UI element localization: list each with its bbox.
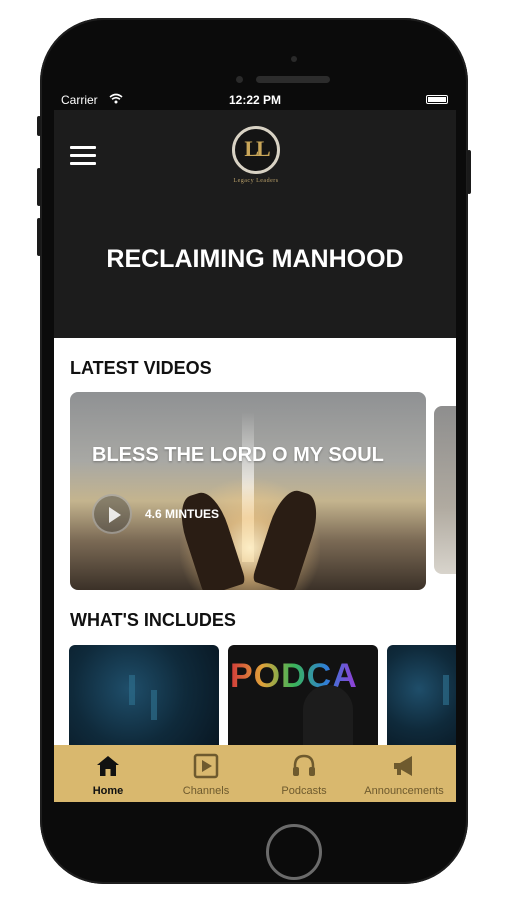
- volume-down-button: [37, 218, 41, 256]
- sensor-dot: [236, 76, 243, 83]
- status-bar: Carrier 12:22 PM: [54, 90, 456, 110]
- latest-videos-heading: LATEST VIDEOS: [70, 358, 212, 378]
- home-hardware-button[interactable]: [266, 824, 322, 880]
- app-header: LL Legacy Leaders RECLAIMING MANHOOD: [54, 110, 456, 338]
- tab-announcements-label: Announcements: [364, 785, 444, 797]
- brand-logo: LL Legacy Leaders: [224, 126, 288, 192]
- clock: 12:22 PM: [228, 93, 282, 107]
- studio-light-decor: [129, 675, 135, 705]
- video-card-next[interactable]: [434, 406, 456, 574]
- tab-home-label: Home: [92, 785, 124, 797]
- video-duration: 4.6 MINTUES: [145, 507, 220, 521]
- include-thumbnail[interactable]: [387, 645, 456, 755]
- tab-bar: Home Channels Podcasts Announcements: [54, 745, 456, 802]
- include-thumbnail[interactable]: [69, 645, 219, 755]
- front-camera: [291, 56, 297, 62]
- logo-letters: LL: [244, 136, 270, 161]
- tab-announcements[interactable]: Announcements: [354, 745, 454, 802]
- include-thumbnail-podcast[interactable]: PODCA: [228, 645, 378, 755]
- logo-wordmark: Legacy Leaders: [233, 178, 279, 184]
- menu-icon[interactable]: [70, 144, 96, 168]
- tab-home[interactable]: Home: [68, 745, 148, 802]
- page-title: RECLAIMING MANHOOD: [106, 245, 404, 273]
- tab-channels-label: Channels: [182, 785, 230, 797]
- volume-up-button: [37, 168, 41, 206]
- tab-podcasts[interactable]: Podcasts: [264, 745, 344, 802]
- tab-channels[interactable]: Channels: [166, 745, 246, 802]
- includes-heading: WHAT'S INCLUDES: [70, 610, 236, 630]
- power-button: [467, 150, 471, 194]
- studio-light-decor: [443, 675, 449, 705]
- mute-switch: [37, 116, 41, 136]
- megaphone-icon: [394, 756, 412, 776]
- earpiece-speaker: [256, 76, 330, 83]
- home-icon: [97, 756, 119, 776]
- headphones-icon: [293, 754, 315, 776]
- video-card[interactable]: BLESS THE LORD O MY SOUL 4.6 MINTUES: [70, 392, 426, 590]
- tab-podcasts-label: Podcasts: [281, 785, 327, 797]
- studio-light-decor: [151, 690, 157, 720]
- app-screen: Carrier 12:22 PM LL Legacy Leaders RECLA…: [54, 90, 456, 802]
- play-square-icon: [193, 753, 219, 779]
- battery-icon: [426, 95, 448, 104]
- video-title: BLESS THE LORD O MY SOUL: [92, 444, 384, 466]
- play-button[interactable]: [92, 494, 132, 534]
